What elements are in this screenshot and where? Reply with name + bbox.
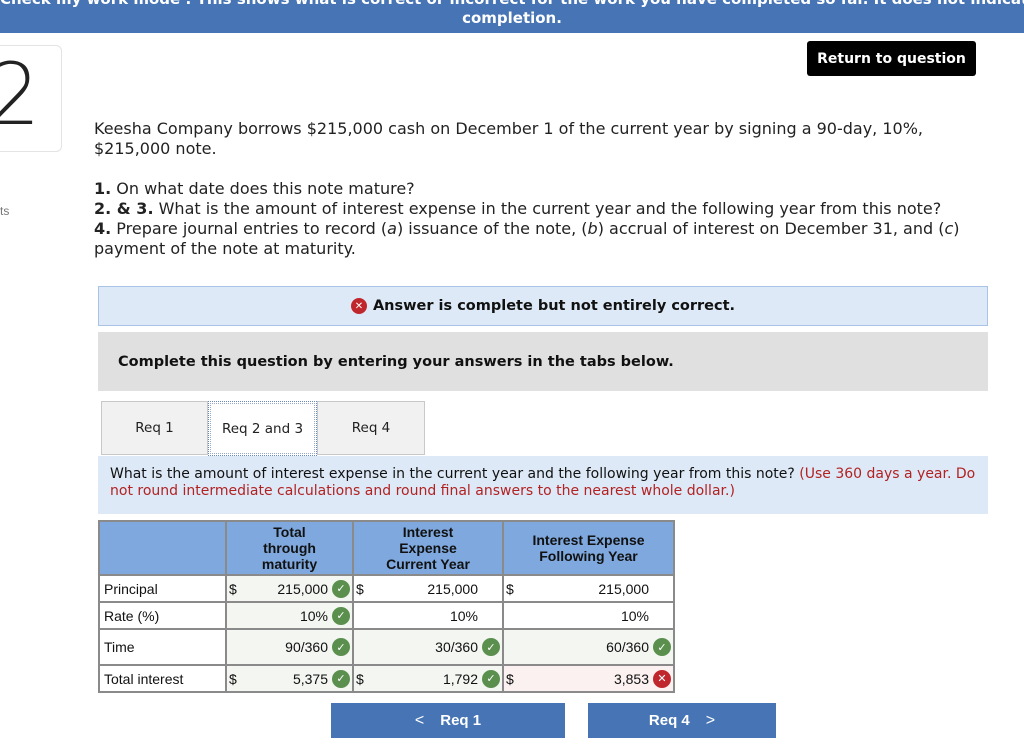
following-value[interactable]: 215,000 <box>518 581 653 597</box>
req-2-3-text: What is the amount of interest expense i… <box>153 199 942 218</box>
dollar-sign: $ <box>356 580 364 597</box>
correct-check-icon: ✓ <box>482 669 500 688</box>
tab-req-1[interactable]: Req 1 <box>101 401 208 455</box>
prev-button-label: Req 1 <box>440 712 482 729</box>
current-value[interactable]: 1,792 <box>368 671 482 687</box>
tab-req-4[interactable]: Req 4 <box>317 401 425 455</box>
req-4-part-c: c <box>944 219 954 238</box>
chevron-right-icon: > <box>705 711 716 729</box>
next-req-4-button[interactable]: Req 4 > <box>588 703 776 738</box>
following-input-cell[interactable]: $215,000 <box>502 574 675 603</box>
correct-check-icon: ✓ <box>653 638 671 656</box>
question-number: 2 <box>0 45 41 145</box>
prompt-note-2: not round intermediate calculations and … <box>110 483 735 499</box>
header-interest-current-year: Interest Expense Current Year <box>352 520 504 576</box>
row-label: Rate (%) <box>98 601 227 630</box>
current-value[interactable]: 215,000 <box>368 581 482 597</box>
problem-statement: Keesha Company borrows $215,000 cash on … <box>94 119 974 259</box>
requirement-2-3: 2. & 3. What is the amount of interest e… <box>94 199 974 219</box>
following-input-cell[interactable]: $3,853 ✕ <box>502 664 675 693</box>
total-value[interactable]: 90/360 <box>241 639 332 655</box>
prompt-text: What is the amount of interest expense i… <box>110 466 800 482</box>
correct-check-icon: ✓ <box>332 579 350 598</box>
row-label: Total interest <box>98 664 227 693</box>
current-value[interactable]: 10% <box>368 608 482 624</box>
interest-expense-table: Total through maturity Interest Expense … <box>98 520 675 693</box>
total-input-cell[interactable]: 10% ✓ <box>225 601 354 630</box>
current-input-cell[interactable]: 10% <box>352 601 504 630</box>
dollar-sign: $ <box>356 670 364 687</box>
side-panel-fragment: ts <box>0 204 10 218</box>
tab-req-2-and-3[interactable]: Req 2 and 3 <box>208 401 317 456</box>
correct-check-icon: ✓ <box>332 669 350 688</box>
return-to-question-button[interactable]: Return to question <box>807 41 976 76</box>
incorrect-x-icon: ✕ <box>653 669 671 688</box>
following-input-cell[interactable]: 60/360 ✓ <box>502 628 675 666</box>
requirement-1: 1. On what date does this note mature? <box>94 179 974 199</box>
dollar-sign: $ <box>506 580 514 597</box>
question-prompt: What is the amount of interest expense i… <box>98 456 988 514</box>
table-header-row: Total through maturity Interest Expense … <box>98 520 675 576</box>
req-4-part-b: b <box>587 219 598 238</box>
table-row: Time 90/360 ✓ 30/360 ✓ 60/360 ✓ <box>98 628 675 666</box>
current-value[interactable]: 30/360 <box>368 639 482 655</box>
req-4-text-c: ) accrual of interest on December 31, an… <box>597 219 945 238</box>
following-value[interactable]: 10% <box>518 608 653 624</box>
result-status-bar: ✕ Answer is complete but not entirely co… <box>98 286 988 326</box>
incorrect-icon: ✕ <box>350 298 367 314</box>
req-4-number: 4. <box>94 219 112 238</box>
problem-intro: Keesha Company borrows $215,000 cash on … <box>94 119 923 158</box>
next-button-label: Req 4 <box>648 712 690 729</box>
prev-req-1-button[interactable]: < Req 1 <box>331 703 565 738</box>
total-input-cell[interactable]: $215,000 ✓ <box>225 574 354 603</box>
current-input-cell[interactable]: $1,792 ✓ <box>352 664 504 693</box>
table-row: Total interest $5,375 ✓ $1,792 ✓ $3,853 ✕ <box>98 664 675 693</box>
dollar-sign: $ <box>229 670 237 687</box>
following-value[interactable]: 3,853 <box>518 671 653 687</box>
req-4-text-a: Prepare journal entries to record ( <box>111 219 388 238</box>
req-1-number: 1. <box>94 179 112 198</box>
correct-check-icon: ✓ <box>332 606 350 625</box>
banner-line-1: Check my work mode : This shows what is … <box>0 0 1024 9</box>
following-input-cell[interactable]: 10% <box>502 601 675 630</box>
total-value[interactable]: 10% <box>241 608 332 624</box>
result-message: Answer is complete but not entirely corr… <box>372 298 736 314</box>
following-value[interactable]: 60/360 <box>518 639 653 655</box>
table-row: Principal $215,000 ✓ $215,000 $215,000 <box>98 574 675 603</box>
requirement-4: 4. Prepare journal entries to record (a)… <box>94 219 974 259</box>
header-interest-following-year: Interest Expense Following Year <box>502 520 675 576</box>
correct-check-icon: ✓ <box>332 638 350 656</box>
instruction-text: Complete this question by entering your … <box>118 353 674 370</box>
row-label: Principal <box>98 574 227 603</box>
req-4-text-b: ) issuance of the note, ( <box>396 219 588 238</box>
banner-line-2: completion. <box>462 9 562 27</box>
chevron-left-icon: < <box>414 711 425 729</box>
header-blank <box>98 520 227 576</box>
req-4-part-a: a <box>387 219 397 238</box>
dollar-sign: $ <box>229 580 237 597</box>
instruction-bar: Complete this question by entering your … <box>98 332 988 391</box>
total-value[interactable]: 215,000 <box>241 581 332 597</box>
req-1-text: On what date does this note mature? <box>111 179 415 198</box>
current-input-cell[interactable]: 30/360 ✓ <box>352 628 504 666</box>
table-row: Rate (%) 10% ✓ 10% 10% <box>98 601 675 630</box>
requirement-tabs: Req 1 Req 2 and 3 Req 4 <box>101 401 425 456</box>
correct-check-icon: ✓ <box>482 638 500 656</box>
prompt-note-1: (Use 360 days a year. Do <box>799 466 976 482</box>
check-my-work-banner: Check my work mode : This shows what is … <box>0 0 1024 33</box>
total-value[interactable]: 5,375 <box>241 671 332 687</box>
header-total-through-maturity: Total through maturity <box>225 520 354 576</box>
row-label: Time <box>98 628 227 666</box>
current-input-cell[interactable]: $215,000 <box>352 574 504 603</box>
total-input-cell[interactable]: $5,375 ✓ <box>225 664 354 693</box>
total-input-cell[interactable]: 90/360 ✓ <box>225 628 354 666</box>
req-2-3-number: 2. & 3. <box>94 199 154 218</box>
dollar-sign: $ <box>506 670 514 687</box>
